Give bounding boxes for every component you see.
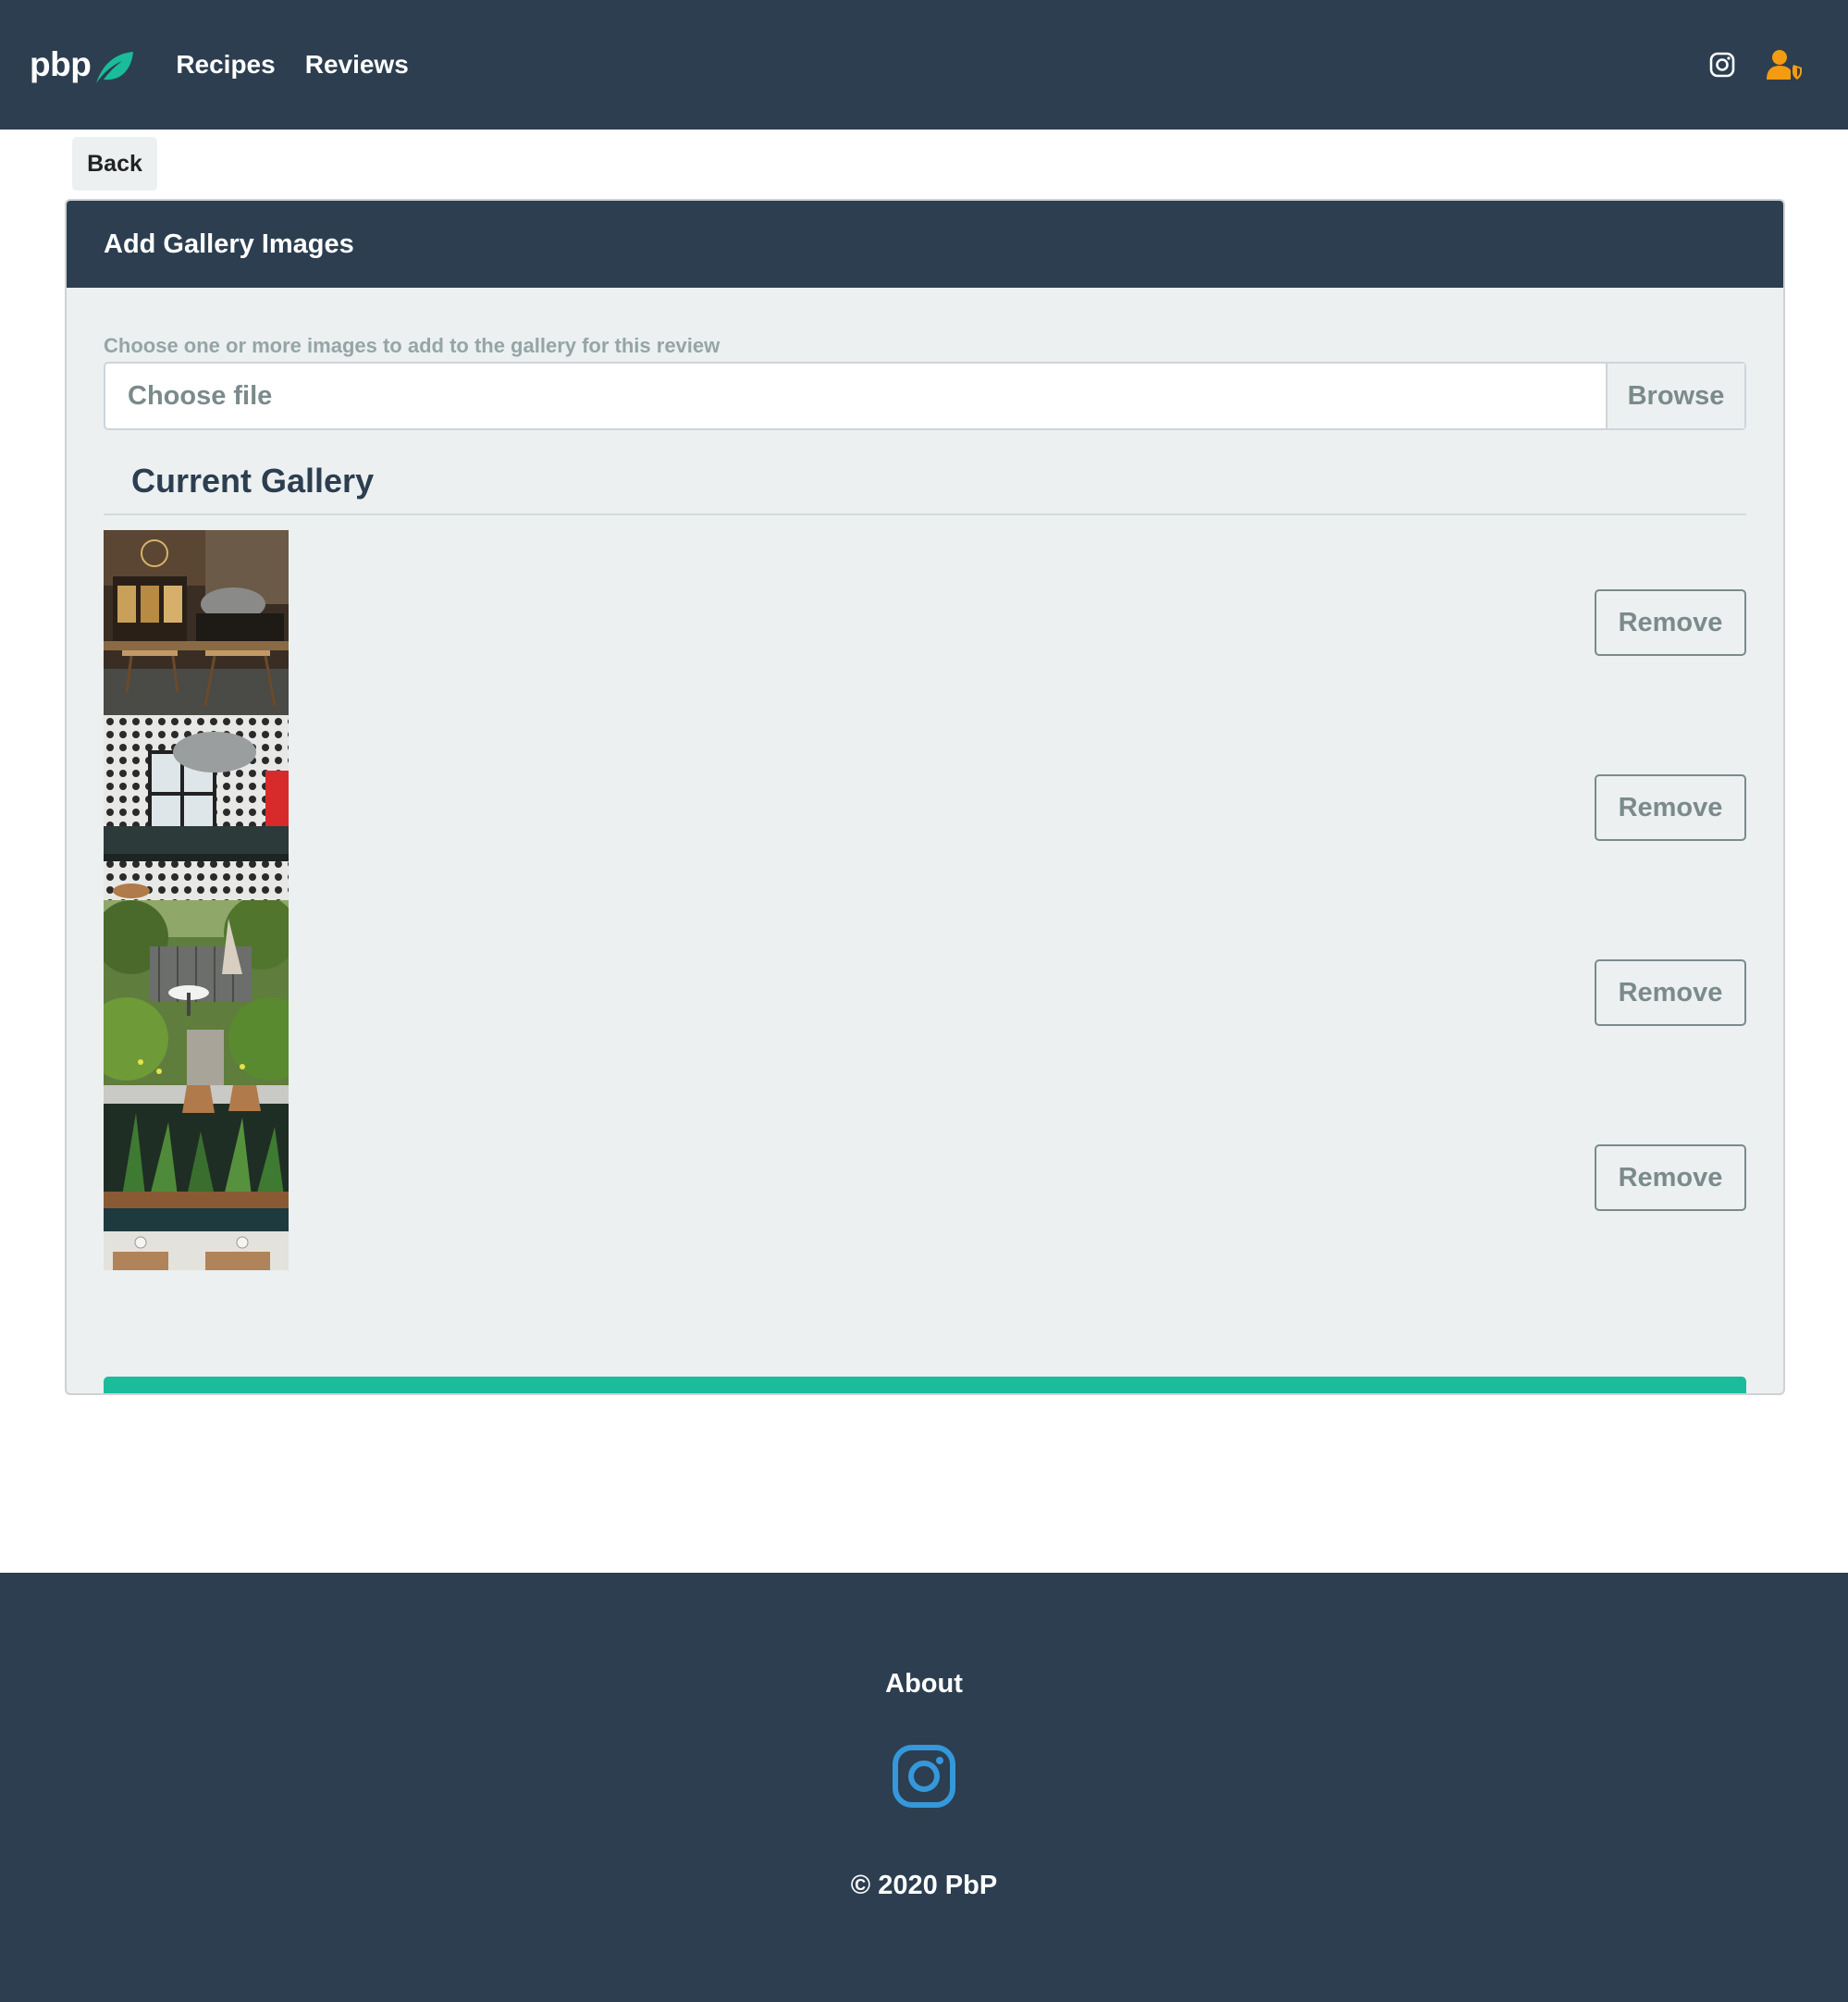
gallery-title: Current Gallery bbox=[131, 462, 375, 500]
done-button[interactable]: Done bbox=[104, 1377, 1746, 1393]
remove-button[interactable]: Remove bbox=[1595, 1144, 1746, 1211]
add-gallery-card: Add Gallery Images Choose one or more im… bbox=[65, 199, 1785, 1395]
instagram-icon[interactable] bbox=[891, 1743, 957, 1810]
footer: About © 2020 PbP bbox=[0, 1573, 1848, 2002]
navbar: pbp Recipes Reviews bbox=[0, 0, 1848, 130]
user-shield-icon[interactable] bbox=[1767, 49, 1804, 80]
gallery-thumbnail bbox=[104, 715, 289, 900]
gallery-item: Remove bbox=[104, 715, 1746, 900]
browse-button[interactable]: Browse bbox=[1606, 364, 1744, 428]
file-upload-input[interactable]: Choose file Browse bbox=[104, 362, 1746, 430]
brand-text: pbp bbox=[30, 45, 92, 83]
nav-right bbox=[1709, 49, 1818, 80]
file-input-placeholder[interactable]: Choose file bbox=[105, 381, 1606, 412]
card-header: Add Gallery Images bbox=[67, 201, 1783, 288]
nav-link-reviews[interactable]: Reviews bbox=[305, 50, 409, 80]
footer-about-link[interactable]: About bbox=[0, 1669, 1848, 1699]
remove-button[interactable]: Remove bbox=[1595, 959, 1746, 1026]
gallery-thumbnail bbox=[104, 900, 289, 1085]
gallery-thumbnail bbox=[104, 530, 289, 715]
nav-link-recipes[interactable]: Recipes bbox=[176, 50, 275, 80]
brand-logo[interactable]: pbp bbox=[30, 44, 135, 85]
remove-button[interactable]: Remove bbox=[1595, 774, 1746, 841]
footer-copyright: © 2020 PbP bbox=[850, 1871, 998, 1900]
gallery-item: Remove bbox=[104, 1085, 1746, 1270]
nav-links: Recipes Reviews bbox=[176, 50, 437, 80]
back-button[interactable]: Back bbox=[72, 137, 157, 191]
gallery-item: Remove bbox=[104, 900, 1746, 1085]
upload-help-text: Choose one or more images to add to the … bbox=[104, 334, 721, 357]
card-title: Add Gallery Images bbox=[104, 229, 354, 259]
gallery-divider bbox=[104, 513, 1746, 515]
instagram-icon[interactable] bbox=[1709, 52, 1735, 78]
gallery-item: Remove bbox=[104, 530, 1746, 715]
gallery-thumbnail bbox=[104, 1085, 289, 1270]
remove-button[interactable]: Remove bbox=[1595, 589, 1746, 656]
leaf-icon bbox=[96, 52, 134, 83]
